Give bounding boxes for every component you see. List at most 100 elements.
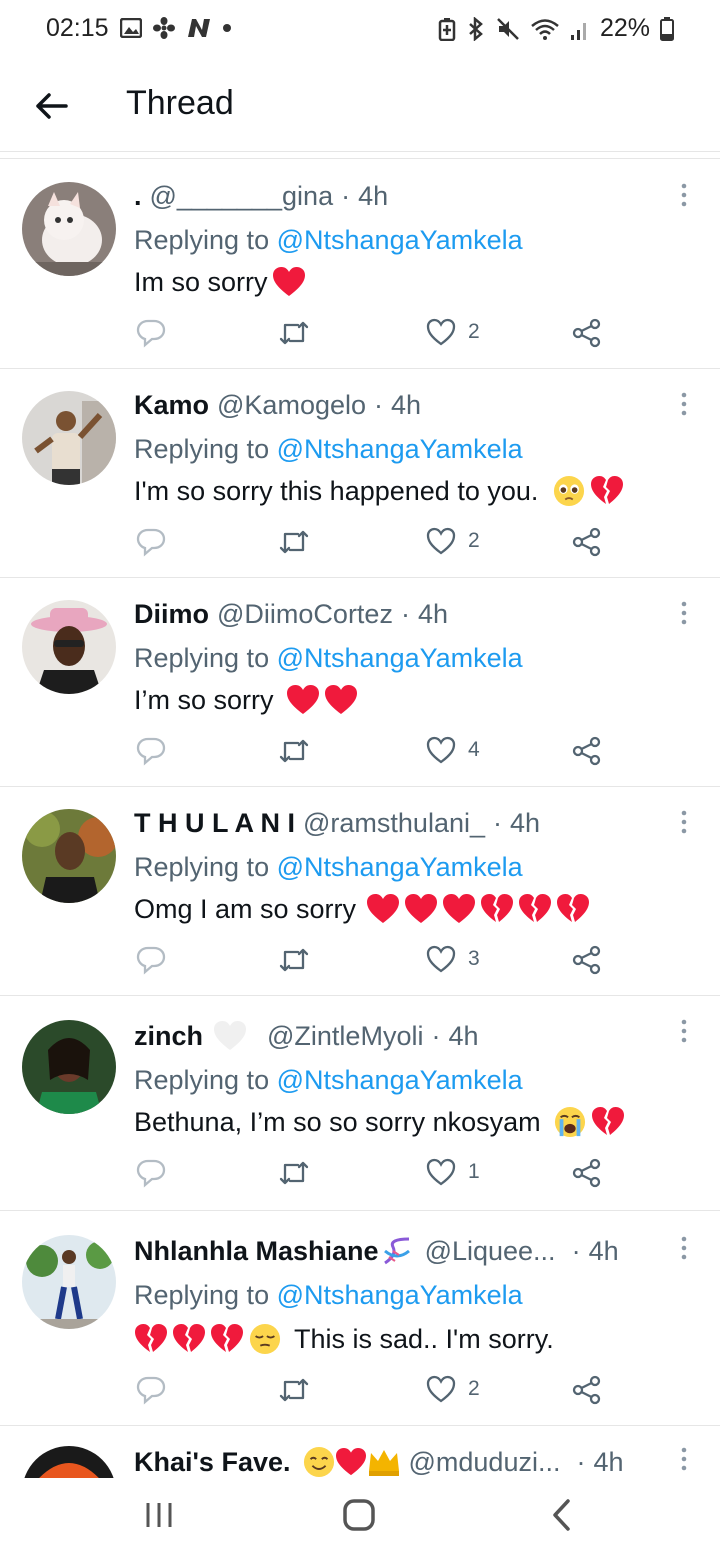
author-name[interactable]: zinch — [134, 1018, 203, 1054]
tweet-actions: 2 — [134, 1375, 614, 1407]
home-icon[interactable] — [342, 1498, 376, 1532]
reply-tweet[interactable]: Diimo @DiimoCortez · 4h Replying to @Nts… — [0, 578, 720, 787]
like-button[interactable]: 4 — [426, 736, 480, 764]
broken-heart-emoji — [211, 1324, 243, 1352]
author-name[interactable]: T H U L A N I — [134, 805, 295, 841]
n-logo-icon — [188, 19, 210, 37]
broken-heart-emoji — [557, 894, 590, 922]
share-icon — [572, 945, 601, 975]
mention-link[interactable]: @NtshangaYamkela — [277, 225, 523, 255]
author-name[interactable]: Kamo — [134, 387, 209, 423]
reply-feed[interactable]: . @_______gina · 4h Replying to @Ntshang… — [0, 160, 720, 1478]
red-heart-emoji — [367, 894, 400, 923]
author-handle[interactable]: @mduduzi... — [409, 1444, 561, 1478]
more-options-icon[interactable] — [674, 809, 694, 835]
reply-button[interactable] — [136, 1375, 166, 1405]
reply-button[interactable] — [136, 527, 166, 557]
like-button[interactable]: 2 — [426, 527, 480, 555]
replying-to-label: Replying to — [134, 225, 270, 255]
tweet-header: . @_______gina · 4h — [134, 178, 668, 214]
avatar[interactable] — [22, 182, 116, 276]
mention-link[interactable]: @NtshangaYamkela — [277, 643, 523, 673]
reply-icon — [136, 528, 166, 557]
retweet-icon — [279, 530, 309, 554]
mention-link[interactable]: @NtshangaYamkela — [277, 852, 523, 882]
crying-face-emoji — [554, 1106, 585, 1138]
mention-link[interactable]: @NtshangaYamkela — [277, 434, 523, 464]
heart-outline-icon — [426, 318, 456, 346]
author-handle[interactable]: @DiimoCortez — [217, 596, 393, 632]
share-button[interactable] — [572, 945, 602, 975]
retweet-button[interactable] — [278, 318, 310, 348]
reply-tweet[interactable]: Khai's Fave. @mduduzi... · 4h — [0, 1426, 720, 1478]
author-name[interactable]: Diimo — [134, 596, 209, 632]
avatar[interactable] — [22, 391, 116, 485]
status-right-icons: 22% — [438, 14, 674, 43]
relieved-face-emoji — [249, 1323, 281, 1355]
share-button[interactable] — [572, 318, 602, 348]
tweet-body: I’m so sorry — [134, 685, 274, 715]
arrow-left-icon[interactable] — [32, 86, 72, 126]
reply-tweet[interactable]: . @_______gina · 4h Replying to @Ntshang… — [0, 160, 720, 369]
like-button[interactable]: 1 — [426, 1158, 480, 1186]
share-button[interactable] — [572, 736, 602, 766]
broken-heart-emoji — [135, 1324, 167, 1352]
tweet-time: 4h — [593, 1447, 624, 1477]
avatar[interactable] — [22, 1446, 116, 1478]
avatar[interactable] — [22, 600, 116, 694]
share-icon — [572, 736, 601, 766]
back-icon[interactable] — [550, 1498, 574, 1532]
tweet-body: Omg I am so sorry — [134, 894, 357, 924]
author-handle[interactable]: @Liquee... — [425, 1233, 556, 1269]
more-options-icon[interactable] — [674, 391, 694, 417]
author-name[interactable]: Khai's Fave. — [134, 1444, 291, 1478]
more-options-icon[interactable] — [674, 1018, 694, 1044]
retweet-button[interactable] — [278, 1375, 310, 1405]
author-handle[interactable]: @ZintleMyoli — [267, 1018, 423, 1054]
author-name[interactable]: . — [134, 178, 142, 214]
retweet-button[interactable] — [278, 945, 310, 975]
author-name[interactable]: Nhlanhla Mashiane — [134, 1233, 379, 1269]
more-options-icon[interactable] — [674, 1235, 694, 1261]
more-options-icon[interactable] — [674, 600, 694, 626]
reply-tweet[interactable]: Nhlanhla Mashiane @Liquee... · 4h Replyi… — [0, 1211, 720, 1426]
mute-icon — [497, 17, 519, 40]
retweet-button[interactable] — [278, 1158, 310, 1188]
broken-heart-emoji — [519, 894, 552, 922]
dna-emoji — [383, 1237, 410, 1265]
more-options-icon[interactable] — [674, 182, 694, 208]
more-options-icon[interactable] — [674, 1446, 694, 1472]
avatar[interactable] — [22, 1020, 116, 1114]
author-handle[interactable]: @ramsthulani_ — [303, 805, 485, 841]
tweet-time: 4h — [358, 181, 389, 211]
retweet-button[interactable] — [278, 527, 310, 557]
reply-button[interactable] — [136, 318, 166, 348]
reply-tweet[interactable]: T H U L A N I @ramsthulani_ · 4h Replyin… — [0, 787, 720, 996]
like-button[interactable]: 2 — [426, 1375, 480, 1403]
divider — [0, 158, 720, 159]
reply-icon — [136, 946, 166, 975]
tweet-header: Kamo @Kamogelo · 4h — [134, 387, 668, 423]
share-button[interactable] — [572, 527, 602, 557]
replying-to-label: Replying to — [134, 434, 270, 464]
share-button[interactable] — [572, 1158, 602, 1188]
retweet-icon — [279, 1378, 309, 1402]
mention-link[interactable]: @NtshangaYamkela — [277, 1065, 523, 1095]
like-button[interactable]: 3 — [426, 945, 480, 973]
share-button[interactable] — [572, 1375, 602, 1405]
reply-button[interactable] — [136, 1158, 166, 1188]
reply-button[interactable] — [136, 945, 166, 975]
avatar[interactable] — [22, 809, 116, 903]
author-handle[interactable]: @_______gina — [150, 178, 334, 214]
author-handle[interactable]: @Kamogelo — [217, 387, 366, 423]
avatar[interactable] — [22, 1235, 116, 1329]
reply-tweet[interactable]: zinch @ZintleMyoli · 4h Replying to @Nts… — [0, 996, 720, 1211]
retweet-button[interactable] — [278, 736, 310, 766]
tweet-time: 4h — [417, 599, 448, 629]
reply-button[interactable] — [136, 736, 166, 766]
like-button[interactable]: 2 — [426, 318, 480, 346]
smiling-face-emoji — [303, 1446, 334, 1478]
reply-tweet[interactable]: Kamo @Kamogelo · 4h Replying to @Ntshang… — [0, 369, 720, 578]
recents-icon[interactable] — [144, 1500, 174, 1530]
mention-link[interactable]: @NtshangaYamkela — [277, 1280, 523, 1310]
